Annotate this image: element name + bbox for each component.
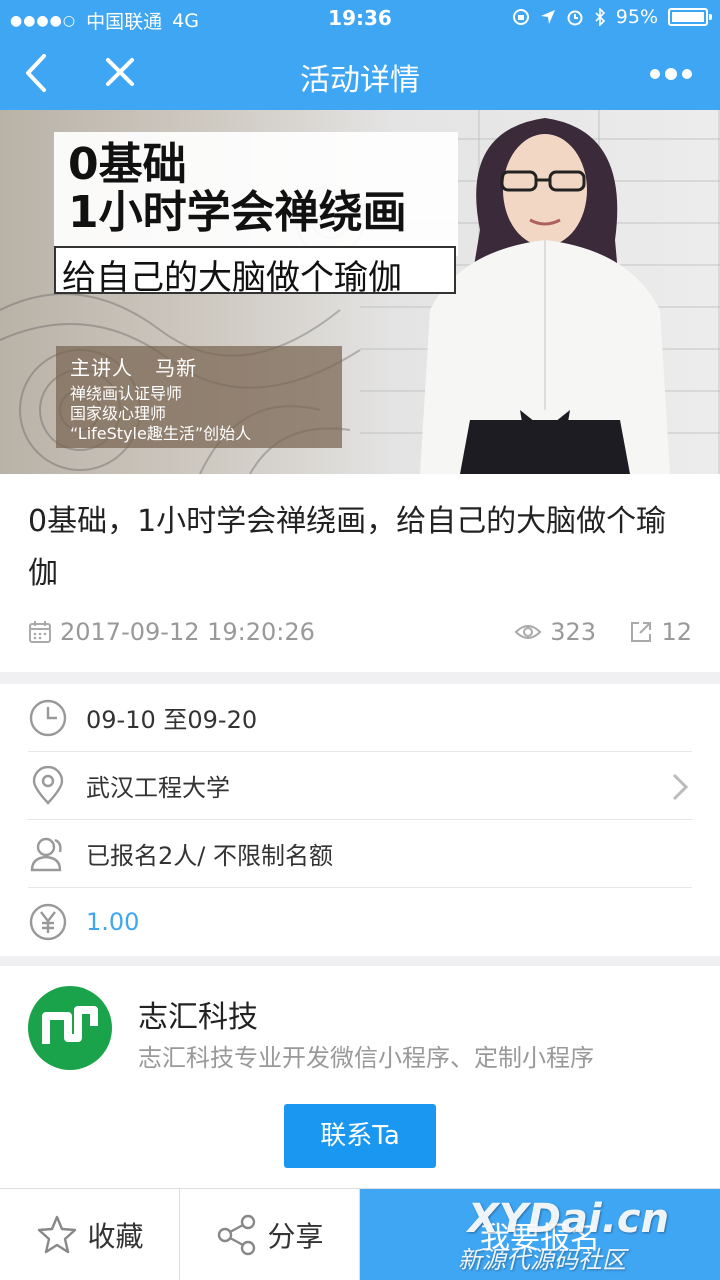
calendar-icon [29, 621, 51, 643]
time-range: 09-10 至09-20 [86, 706, 258, 734]
nav-bar: 活动详情 [0, 38, 720, 110]
activity-banner: 0基础 1小时学会禅绕画 给自己的大脑做个瑜伽 主讲人 马新 禅绕画认证导师 国… [0, 110, 720, 474]
view-count: 323 [514, 618, 596, 646]
activity-title: 0基础，1小时学会禅绕画，给自己的大脑做个瑜伽 [28, 504, 667, 591]
eye-icon [514, 625, 542, 639]
clock-icon [29, 699, 67, 736]
organizer-card: 志汇科技 志汇科技专业开发微信小程序、定制小程序 联系Ta [0, 966, 720, 1188]
battery-icon [668, 8, 712, 26]
organizer-logo [28, 986, 112, 1070]
banner-headline-2: 1小时学会禅绕画 [68, 187, 407, 238]
host-heading: 主讲人 马新 [70, 352, 197, 381]
organizer-description: 志汇科技专业开发微信小程序、定制小程序 [138, 1044, 594, 1072]
watermark-line-1: XYDai.cn [468, 1196, 670, 1242]
location-text: 武汉工程大学 [86, 774, 230, 802]
contact-button[interactable]: 联系Ta [284, 1104, 436, 1168]
share-out-icon [631, 622, 652, 642]
watermark-line-2: 新源代源码社区 [458, 1246, 626, 1274]
publish-date-text: 2017-09-12 19:20:26 [60, 618, 315, 646]
people-icon [30, 837, 62, 871]
share-count-text: 12 [661, 618, 692, 646]
price: 1.00 [86, 908, 140, 936]
bluetooth-icon [595, 8, 605, 26]
detail-row-location[interactable]: 武汉工程大学 [28, 752, 692, 820]
rotation-lock-icon [512, 9, 529, 25]
activity-meta: 2017-09-12 19:20:26 323 12 [28, 614, 692, 654]
battery-percent: 95% [615, 6, 658, 28]
more-dots-icon[interactable] [648, 62, 694, 86]
share-count: 12 [629, 618, 692, 646]
share-button[interactable]: 分享 [180, 1189, 360, 1280]
location-icon [540, 10, 555, 24]
detail-row-price: 1.00 [28, 888, 692, 956]
signup-count: 已报名2人/ 不限制名额 [86, 842, 333, 870]
page-title: 活动详情 [300, 63, 420, 98]
share-label: 分享 [267, 1220, 324, 1253]
favorite-label: 收藏 [87, 1220, 144, 1253]
favorite-button[interactable]: 收藏 [0, 1189, 180, 1280]
watermark: XYDai.cn 新源代源码社区 [458, 1196, 708, 1276]
chevron-right-icon [672, 773, 689, 801]
view-count-text: 323 [550, 618, 596, 646]
status-bar: ●●●●○ 中国联通 4G 19:36 95% [0, 0, 720, 38]
alarm-icon [567, 10, 583, 26]
organizer-name: 志汇科技 [138, 1000, 258, 1035]
yen-icon [29, 903, 67, 941]
publish-date: 2017-09-12 19:20:26 [28, 618, 315, 646]
activity-details: 09-10 至09-20 武汉工程大学 已报名2人/ 不限制名额 1.00 [0, 684, 720, 956]
activity-info: 0基础，1小时学会禅绕画，给自己的大脑做个瑜伽 2017-09-12 19:20… [0, 474, 720, 672]
host-title-3: “LifeStyle趣生活”创始人 [70, 424, 252, 443]
top-header: ●●●●○ 中国联通 4G 19:36 95% 活动详情 [0, 0, 720, 110]
detail-row-time: 09-10 至09-20 [28, 684, 692, 752]
banner-subline: 给自己的大脑做个瑜伽 [62, 258, 402, 298]
share-nodes-icon [218, 1214, 256, 1256]
location-pin-icon [32, 765, 64, 805]
host-label: 主讲人 [70, 356, 133, 380]
status-right: 95% [512, 6, 712, 28]
detail-row-signup: 已报名2人/ 不限制名额 [28, 820, 692, 888]
star-icon [38, 1215, 77, 1254]
host-name: 马新 [155, 356, 198, 380]
banner-headline-1: 0基础 [68, 139, 187, 190]
